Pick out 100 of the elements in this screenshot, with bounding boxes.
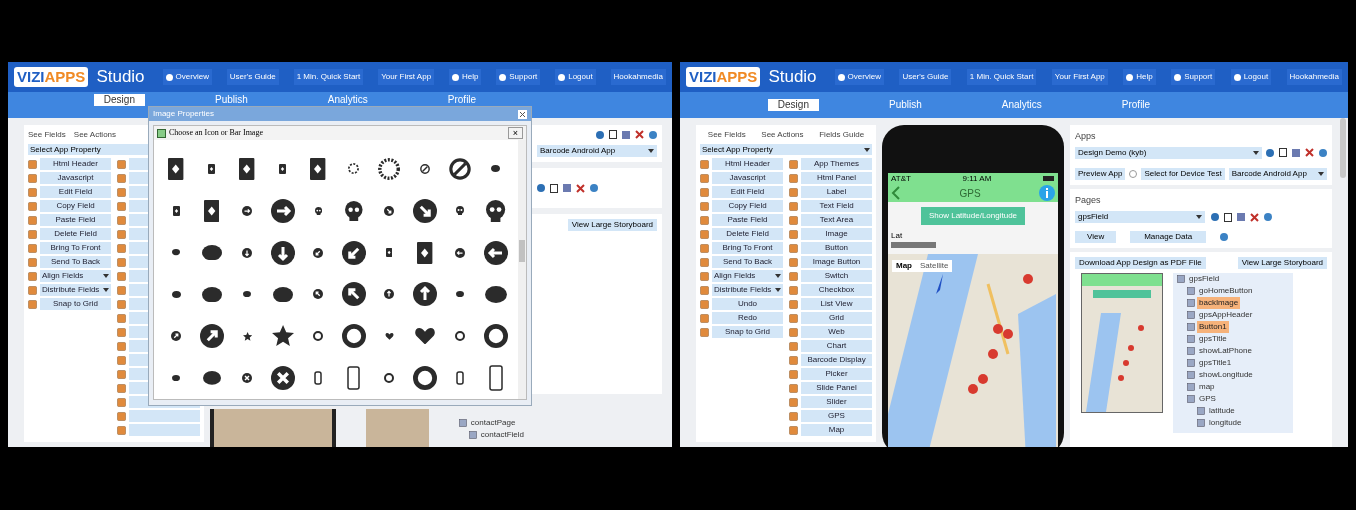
tool-button[interactable]: Html Panel (801, 172, 872, 184)
tool-button[interactable]: App Themes (801, 158, 872, 170)
tool-button[interactable]: Web (801, 326, 872, 338)
tree-item[interactable]: GPS (1197, 393, 1218, 405)
scrollbar-thumb[interactable] (519, 240, 525, 262)
nav-link[interactable]: Overview (162, 69, 212, 85)
tool-button[interactable]: Html Header (40, 158, 111, 170)
dropdown[interactable]: Align Fields (40, 270, 111, 282)
tree-item[interactable]: gpsField (1187, 273, 1222, 285)
pdf-button[interactable]: Download App Design as PDF File (1075, 257, 1206, 269)
tree-item[interactable]: Button1 (1197, 321, 1229, 333)
nav-link[interactable]: Support (1171, 69, 1216, 85)
nav-link[interactable]: User's Guide (899, 69, 952, 85)
tree-item[interactable]: longitude (1207, 417, 1244, 429)
tool-button[interactable]: Slide Panel (801, 382, 872, 394)
nav-link[interactable]: Your First App (1051, 69, 1108, 85)
tool-button[interactable]: Map (801, 424, 872, 436)
tool-button[interactable]: GPS (801, 410, 872, 422)
tool-button[interactable]: Javascript (712, 172, 783, 184)
nav-link[interactable]: Your First App (378, 69, 435, 85)
tool-button[interactable]: Image (801, 228, 872, 240)
nav-tab[interactable]: Profile (1111, 99, 1161, 111)
dropdown[interactable]: Align Fields (712, 270, 783, 282)
nav-link[interactable]: Support (496, 69, 541, 85)
field-tab[interactable]: See Actions (761, 129, 804, 141)
tool-button[interactable]: Send To Back (712, 256, 783, 268)
tool-button[interactable]: Chart (801, 340, 872, 352)
tool-button[interactable]: Switch (801, 270, 872, 282)
tree-item[interactable]: map (1197, 381, 1217, 393)
storyboard-button[interactable]: View Large Storyboard (567, 219, 657, 231)
nav-tab[interactable]: Design (93, 94, 145, 106)
dropdown[interactable]: Distribute Fields (712, 284, 783, 296)
tree-item[interactable]: goHomeButton (1197, 285, 1255, 297)
nav-link[interactable]: User's Guide (226, 69, 279, 85)
tool-button[interactable]: Copy Field (712, 200, 783, 212)
tool-button[interactable]: Text Area (801, 214, 872, 226)
view-button[interactable]: View (1075, 231, 1117, 243)
nav-link[interactable]: 1 Min. Quick Start (293, 69, 364, 85)
device-test-button[interactable]: Select for Device Test (1141, 167, 1225, 180)
nav-link[interactable]: Logout (555, 69, 596, 85)
page-select[interactable]: gpsField (1075, 211, 1205, 223)
target-select[interactable]: Barcode Android App (537, 145, 657, 157)
tool-button[interactable]: Copy Field (40, 200, 111, 212)
tool-button[interactable]: Picker (801, 368, 872, 380)
nav-tab[interactable]: Profile (437, 94, 487, 106)
tree-item[interactable]: gpsTitle (1197, 333, 1229, 345)
tool-button[interactable]: Undo (712, 298, 783, 310)
tool-button[interactable]: Grid (801, 312, 872, 324)
tree-item[interactable]: showLatPhone (1197, 345, 1254, 357)
nav-link[interactable]: Hookahmedia (610, 69, 666, 85)
tool-button[interactable]: Paste Field (712, 214, 783, 226)
tool-button[interactable]: Delete Field (712, 228, 783, 240)
tool-button[interactable]: Snap to Grid (712, 326, 783, 338)
tool-button[interactable]: Html Header (712, 158, 783, 170)
tree-item[interactable]: showLongitude (1197, 369, 1255, 381)
map-type-tab[interactable]: Map (892, 260, 916, 272)
tree-item[interactable]: gpsTitle1 (1197, 357, 1234, 369)
tool-button[interactable]: List View (801, 298, 872, 310)
map-type-tab[interactable]: Satellite (916, 260, 953, 272)
nav-link[interactable]: 1 Min. Quick Start (966, 69, 1037, 85)
field-tab[interactable]: See Fields (707, 129, 746, 141)
nav-link[interactable]: Help (1123, 69, 1156, 85)
tool-button[interactable]: Barcode Display (801, 354, 872, 366)
tool-button[interactable]: Text Field (801, 200, 872, 212)
tree-item[interactable]: backImage (1197, 297, 1241, 309)
tool-button[interactable]: Bring To Front (712, 242, 783, 254)
tree-item[interactable]: latitude (1207, 405, 1237, 417)
tool-button[interactable]: Checkbox (801, 284, 872, 296)
tool-button[interactable]: Edit Field (40, 186, 111, 198)
tool-button[interactable]: Snap to Grid (40, 298, 111, 310)
tree-item[interactable]: gpsAppHeader (1197, 309, 1255, 321)
nav-link[interactable]: Overview (834, 69, 884, 85)
field-tab[interactable]: See Actions (73, 129, 117, 141)
tool-button[interactable]: Slider (801, 396, 872, 408)
nav-tab[interactable]: Design (767, 99, 819, 111)
property-select[interactable]: Select App Property (700, 144, 872, 155)
nav-tab[interactable]: Publish (204, 94, 258, 106)
close-button[interactable]: × (507, 127, 523, 139)
target-select[interactable]: Barcode Android App (1228, 167, 1327, 180)
tree-item[interactable]: contactPage (468, 417, 518, 429)
tool-button[interactable]: Redo (712, 312, 783, 324)
manage-data-button[interactable]: Manage Data (1130, 231, 1207, 243)
nav-tab[interactable]: Publish (878, 99, 932, 111)
tool-button[interactable]: Delete Field (40, 228, 111, 240)
tool-button[interactable]: Paste Field (40, 214, 111, 226)
storyboard-button[interactable]: View Large Storyboard (1237, 257, 1327, 269)
nav-link[interactable]: Help (448, 69, 482, 85)
tool-button[interactable]: Button (801, 242, 872, 254)
nav-link[interactable]: Hookahmedia (1286, 69, 1342, 85)
nav-tab[interactable]: Analytics (991, 99, 1052, 111)
tool-button[interactable] (129, 410, 200, 422)
nav-tab[interactable]: Analytics (317, 94, 378, 106)
tool-button[interactable]: Label (801, 186, 872, 198)
app-select[interactable]: Design Demo (kyb) (1075, 146, 1262, 159)
field-tab[interactable]: Fields Guide (819, 129, 865, 141)
tool-button[interactable]: Image Button (801, 256, 872, 268)
tool-button[interactable] (129, 424, 200, 436)
tree-item[interactable]: contactField (478, 429, 526, 441)
tool-button[interactable]: Send To Back (40, 256, 111, 268)
nav-link[interactable]: Logout (1230, 69, 1272, 85)
